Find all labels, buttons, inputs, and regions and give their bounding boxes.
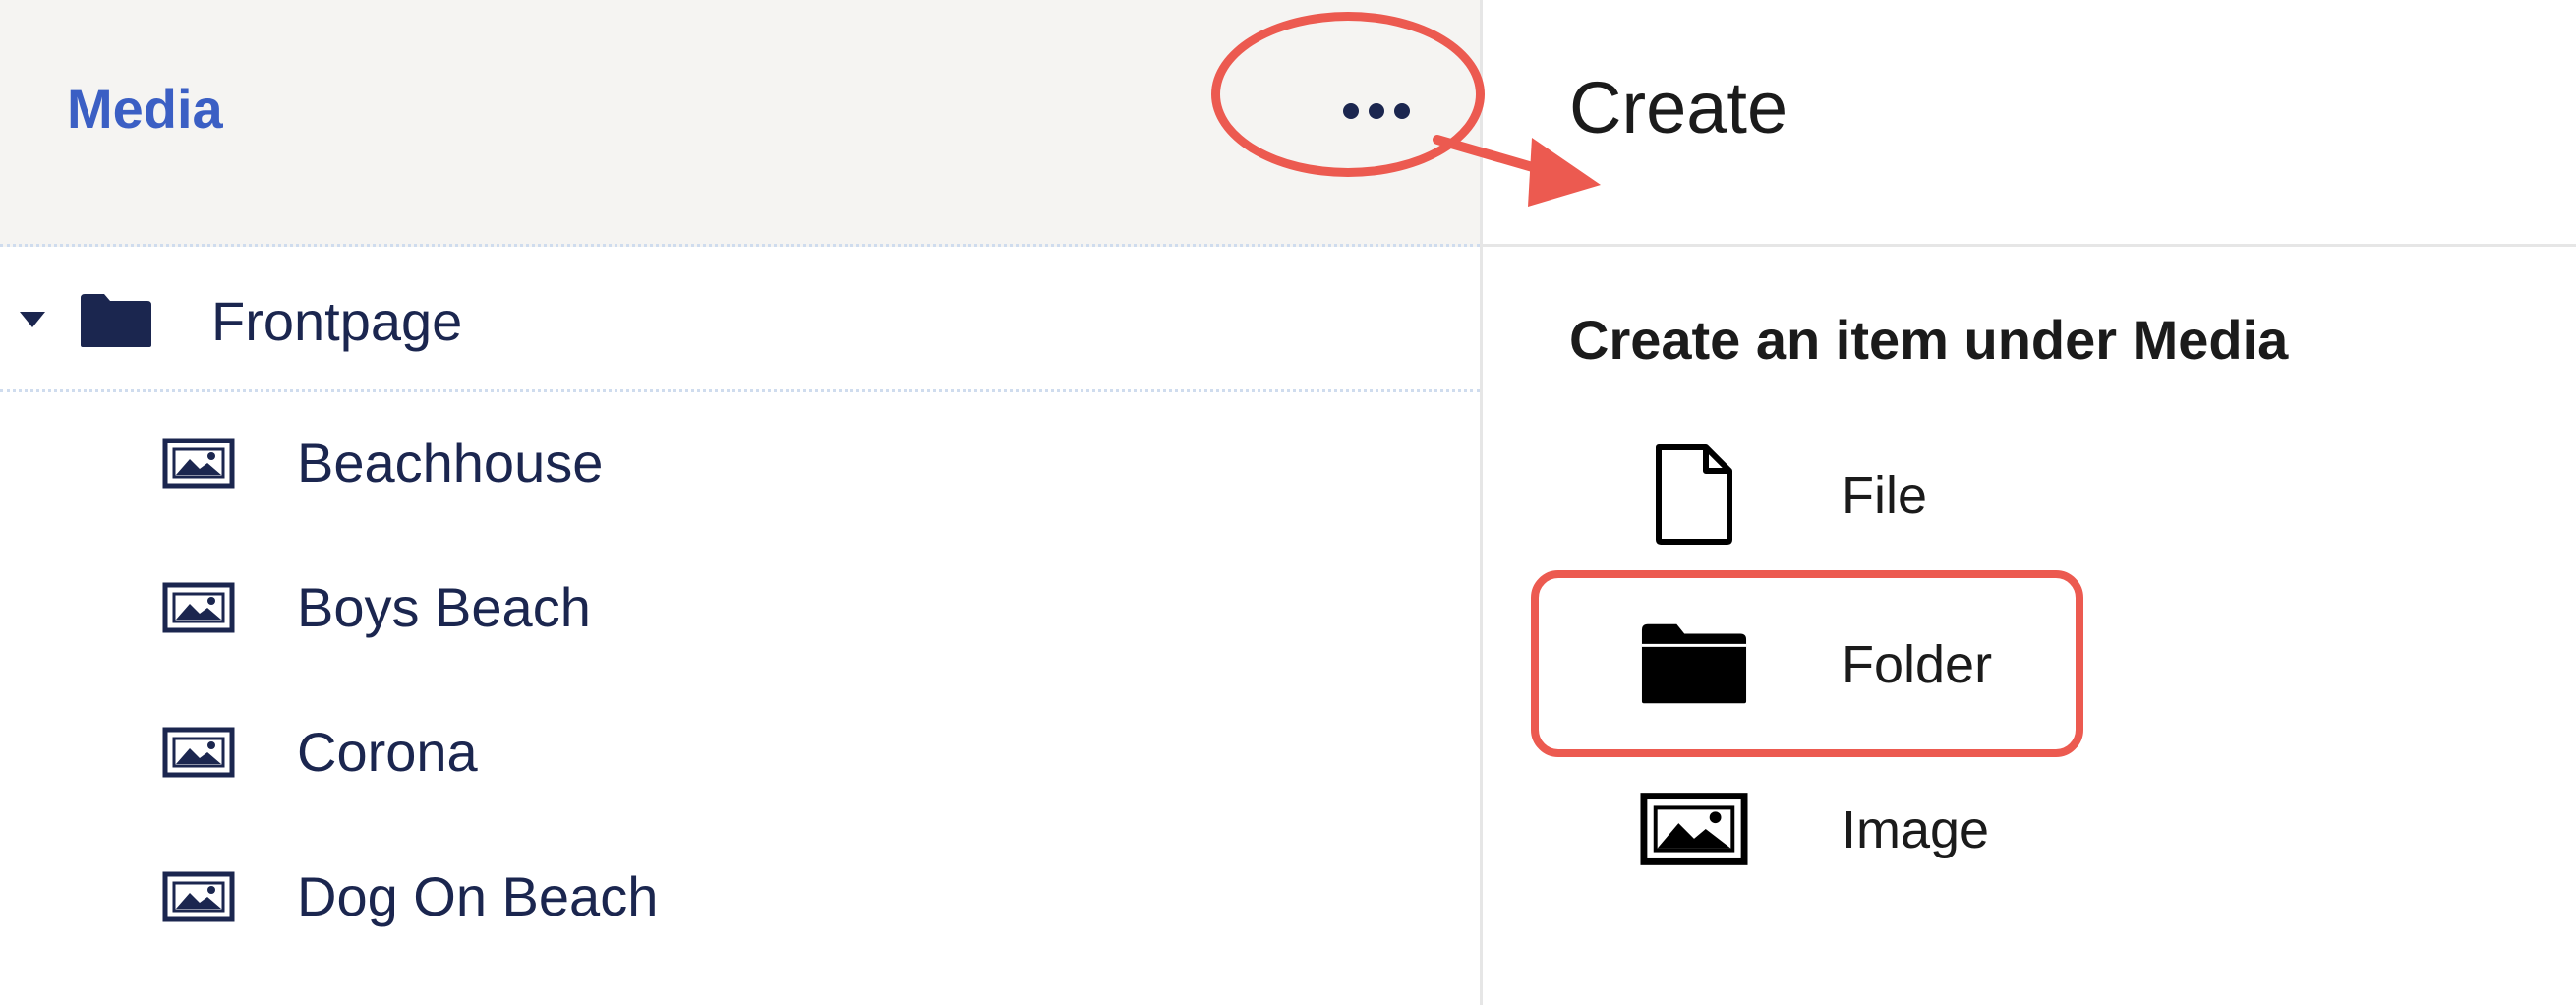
tree-item-label: Boys Beach [297, 576, 591, 638]
tree-section-title[interactable]: Media [67, 71, 223, 148]
app-window: Media Frontpage Beachhouse Boys Beach Co… [0, 0, 2576, 1005]
tree-item-label: Frontpage [211, 290, 463, 352]
option-label: Folder [1842, 635, 1993, 694]
option-label: File [1842, 466, 1928, 525]
tree-item-frontpage[interactable]: Frontpage [0, 247, 1480, 392]
folder-icon [81, 294, 151, 347]
media-tree-panel: Media Frontpage Beachhouse Boys Beach Co… [0, 0, 1480, 1005]
option-label: Image [1842, 800, 1990, 859]
ellipsis-icon [1343, 103, 1359, 119]
tree-item-beachhouse[interactable]: Beachhouse [0, 392, 1480, 537]
ellipsis-dot [1394, 103, 1410, 119]
image-icon [1640, 775, 1748, 883]
create-header: Create [1483, 0, 2576, 247]
folder-icon [1640, 610, 1748, 718]
tree-item-label: Beachhouse [297, 432, 604, 494]
create-image-option[interactable]: Image [1522, 755, 2545, 903]
tree-item-label: Corona [297, 721, 478, 783]
image-icon [162, 727, 235, 778]
create-file-option[interactable]: File [1522, 421, 2545, 568]
panel-title: Create [1569, 67, 1788, 148]
create-subtitle: Create an item under Media [1569, 309, 2289, 371]
tree-item-corona[interactable]: Corona [0, 681, 1480, 826]
more-actions-button[interactable] [1317, 77, 1435, 146]
image-icon [162, 582, 235, 633]
create-folder-option[interactable]: Folder [1522, 590, 2545, 738]
tree-header: Media [0, 0, 1480, 247]
file-icon [1640, 441, 1748, 549]
tree-item-dog-on-beach[interactable]: Dog On Beach [0, 826, 1480, 971]
tree-item-label: Dog On Beach [297, 865, 659, 927]
create-panel: Create Create an item under Media File F… [1480, 0, 2576, 1005]
caret-down-icon[interactable] [20, 312, 45, 327]
tree-item-boys-beach[interactable]: Boys Beach [0, 537, 1480, 681]
image-icon [162, 438, 235, 489]
image-icon [162, 871, 235, 922]
ellipsis-dot [1369, 103, 1384, 119]
tree-children: Beachhouse Boys Beach Corona Dog On Beac… [0, 392, 1480, 971]
